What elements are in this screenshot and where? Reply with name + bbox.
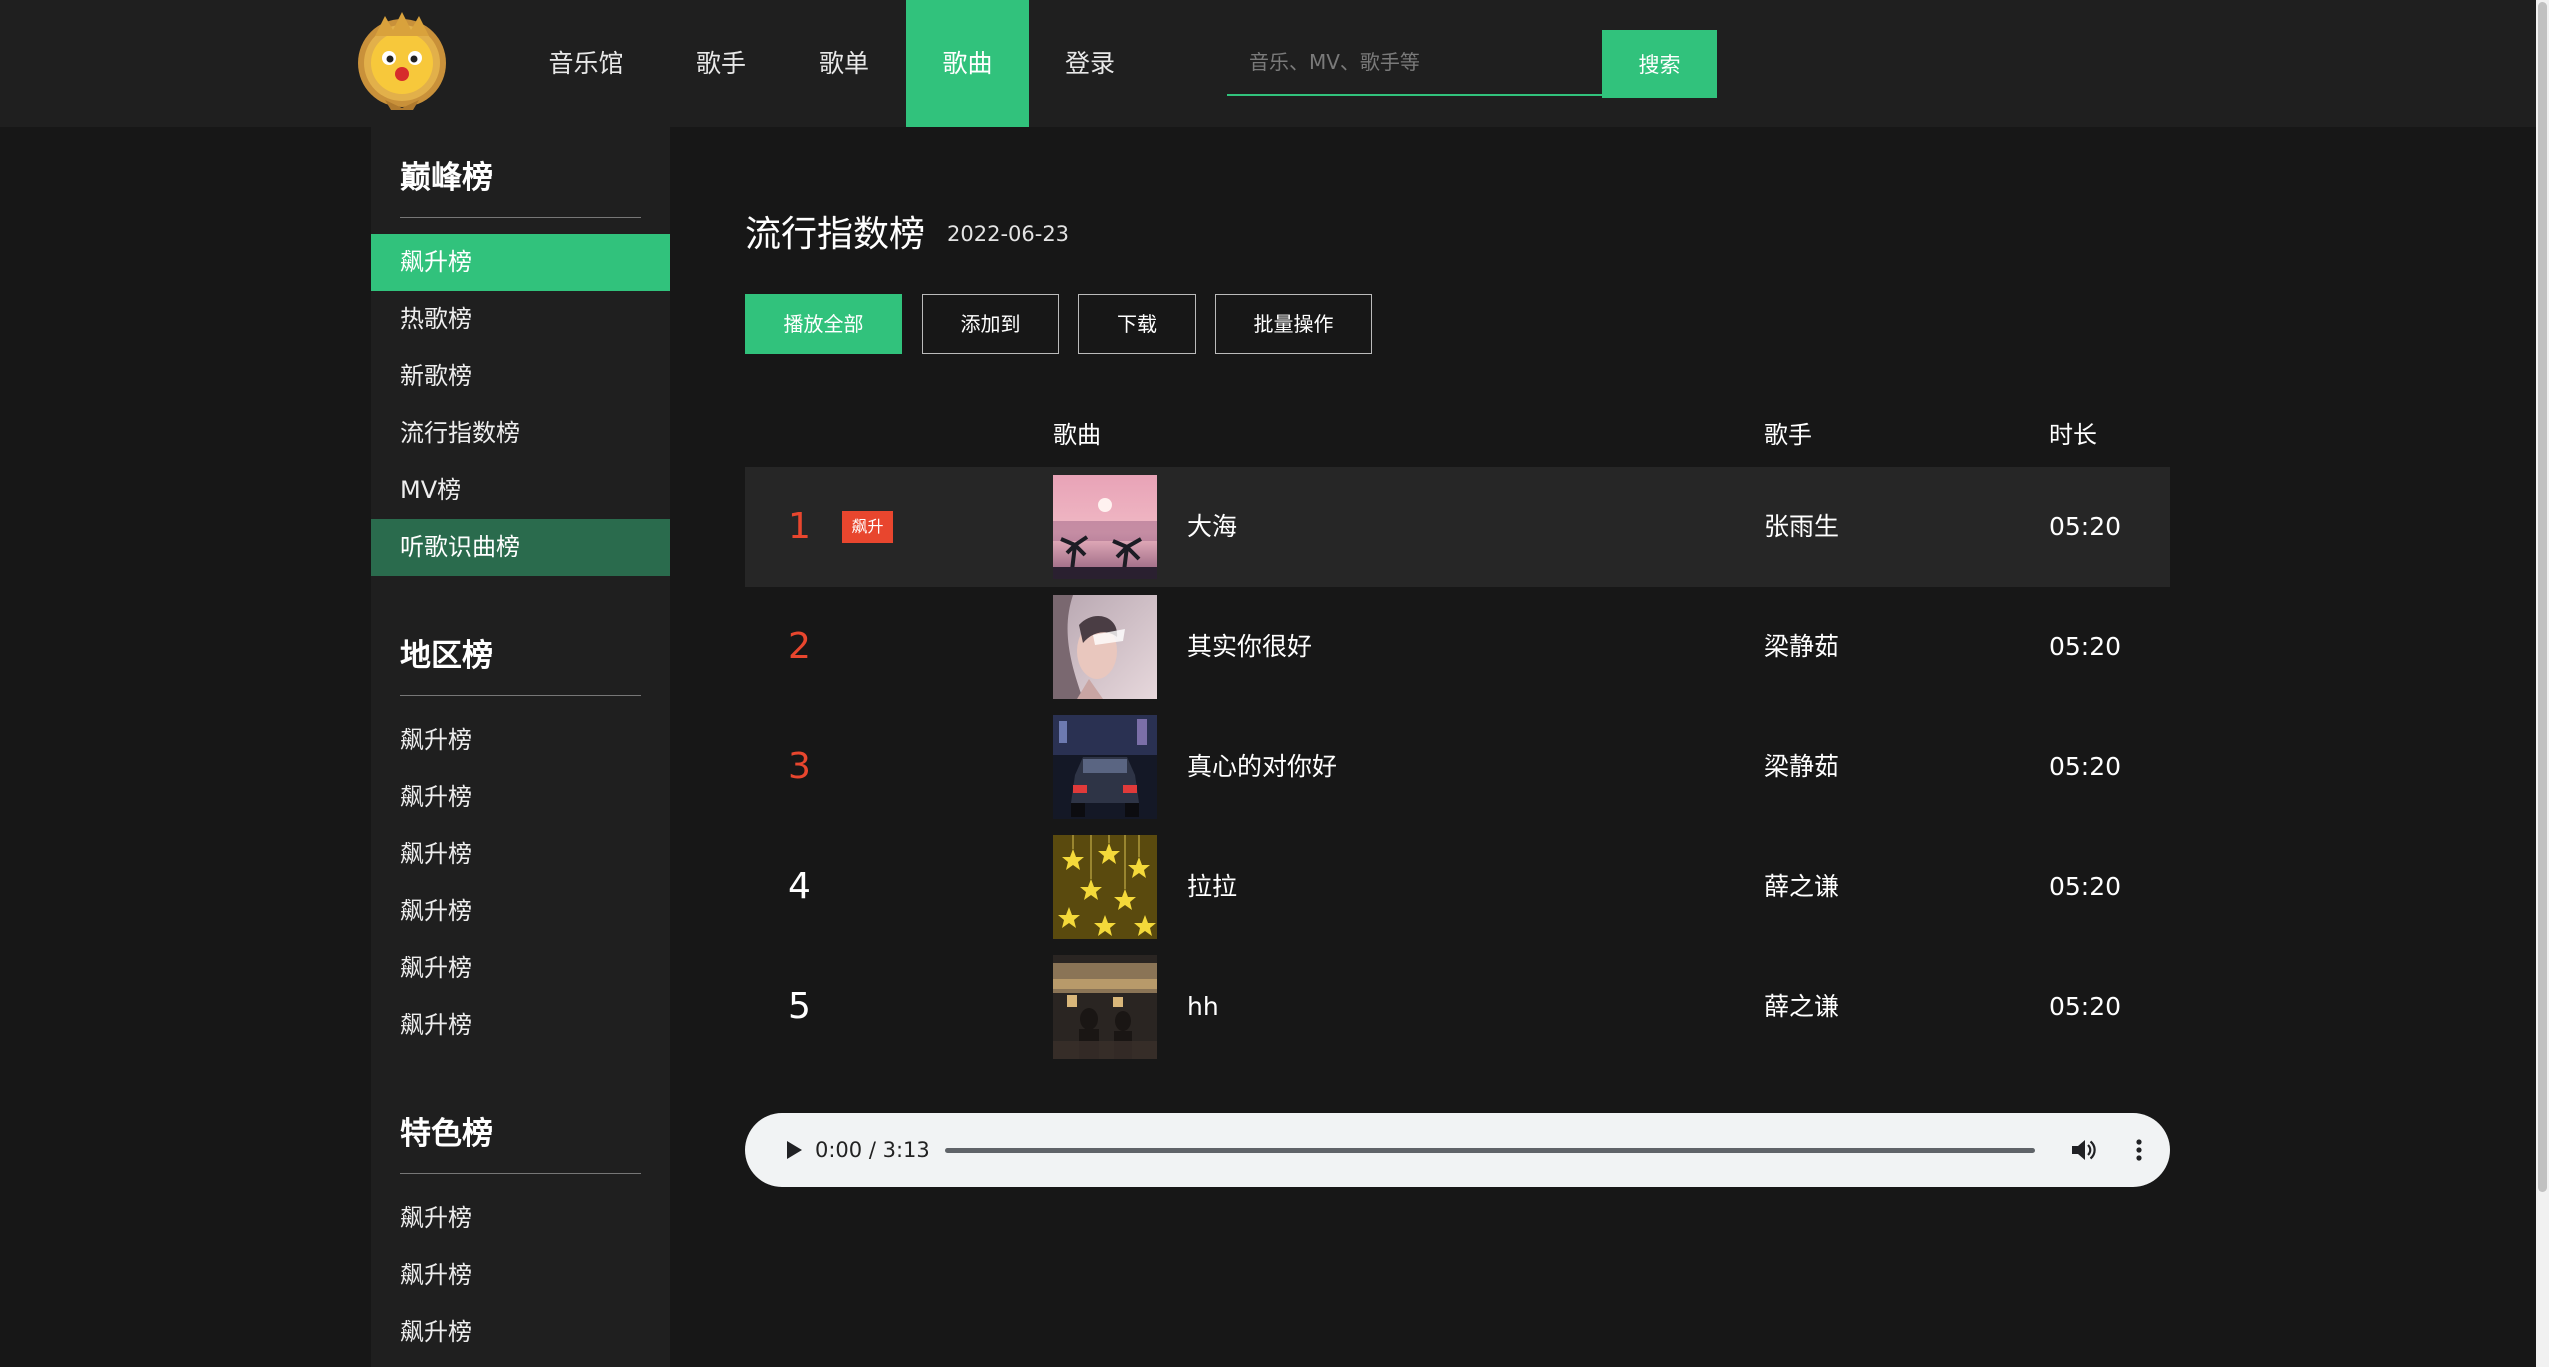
rank-number: 5 <box>788 986 811 1027</box>
album-cover[interactable] <box>1053 835 1157 939</box>
sidebar-item-mv[interactable]: MV榜 <box>371 462 670 519</box>
song-duration: 05:20 <box>2049 992 2122 1021</box>
album-cover[interactable] <box>1053 475 1157 579</box>
sidebar-item-region[interactable]: 飙升榜 <box>371 940 670 997</box>
chart-sidebar: 巅峰榜 飙升榜 热歌榜 新歌榜 流行指数榜 MV榜 听歌识曲榜 地区榜 飙升榜 … <box>371 127 670 1367</box>
nav-login[interactable]: 登录 <box>1036 0 1144 127</box>
nav-songs[interactable]: 歌曲 <box>906 0 1029 127</box>
song-duration: 05:20 <box>2049 632 2122 661</box>
song-duration: 05:20 <box>2049 872 2122 901</box>
soaring-badge: 飙升 <box>842 511 893 543</box>
sidebar-item-special[interactable]: 飙升榜 <box>371 1304 670 1361</box>
rank-number: 2 <box>788 626 811 667</box>
sidebar-item-region[interactable]: 飙升榜 <box>371 883 670 940</box>
song-title[interactable]: 拉拉 <box>1187 827 1237 947</box>
nav-playlists[interactable]: 歌单 <box>790 0 898 127</box>
album-cover[interactable] <box>1053 595 1157 699</box>
sidebar-divider <box>400 1173 641 1174</box>
sidebar-divider <box>400 217 641 218</box>
sidebar-divider <box>400 695 641 696</box>
table-row[interactable]: 3 真心的对你好 梁静茹 05:20 <box>745 707 2170 827</box>
play-all-button[interactable]: 播放全部 <box>745 294 902 354</box>
volume-icon[interactable] <box>2068 1135 2098 1165</box>
search-button[interactable]: 搜索 <box>1602 30 1717 98</box>
page-title: 流行指数榜 <box>745 214 926 255</box>
table-row[interactable]: 5 hh 薛之谦 05:20 <box>745 947 2170 1067</box>
sidebar-heading-region: 地区榜 <box>400 638 493 674</box>
song-duration: 05:20 <box>2049 512 2122 541</box>
song-title[interactable]: 大海 <box>1187 467 1237 587</box>
singer-name[interactable]: 张雨生 <box>1764 467 1839 587</box>
column-header-singer: 歌手 <box>1764 421 1812 449</box>
sidebar-item-special[interactable]: 飙升榜 <box>371 1247 670 1304</box>
sidebar-heading-special: 特色榜 <box>400 1116 493 1152</box>
search-input[interactable] <box>1227 30 1602 94</box>
sidebar-item-hot[interactable]: 热歌榜 <box>371 291 670 348</box>
column-header-duration: 时长 <box>2049 421 2097 449</box>
singer-name[interactable]: 薛之谦 <box>1764 947 1839 1067</box>
page-scrollbar[interactable] <box>2536 0 2549 1367</box>
download-button[interactable]: 下载 <box>1078 294 1196 354</box>
nav-music-hall[interactable]: 音乐馆 <box>530 0 642 127</box>
sidebar-item-region[interactable]: 飙升榜 <box>371 769 670 826</box>
logo[interactable] <box>355 8 450 113</box>
sidebar-item-pop-index[interactable]: 流行指数榜 <box>371 405 670 462</box>
sidebar-item-special[interactable]: 飙升榜 <box>371 1190 670 1247</box>
song-duration: 05:20 <box>2049 752 2122 781</box>
sidebar-item-region[interactable]: 飙升榜 <box>371 712 670 769</box>
scrollbar-thumb[interactable] <box>2538 2 2547 1192</box>
table-row[interactable]: 2 其实你很好 梁静茹 05:20 <box>745 587 2170 707</box>
sidebar-item-region[interactable]: 飙升榜 <box>371 997 670 1054</box>
album-cover[interactable] <box>1053 715 1157 819</box>
progress-slider[interactable] <box>945 1148 2035 1153</box>
nav-singers[interactable]: 歌手 <box>667 0 775 127</box>
time-display: 0:00 / 3:13 <box>815 1138 930 1162</box>
sidebar-heading-peak: 巅峰榜 <box>400 160 493 196</box>
song-title[interactable]: hh <box>1187 947 1219 1067</box>
table-row[interactable]: 4 拉拉 薛之谦 05:20 <box>745 827 2170 947</box>
search-box <box>1227 30 1602 96</box>
chart-date: 2022-06-23 <box>947 222 1070 246</box>
sidebar-item-new[interactable]: 新歌榜 <box>371 348 670 405</box>
more-options-icon[interactable] <box>2124 1135 2154 1165</box>
song-title[interactable]: 其实你很好 <box>1187 587 1312 707</box>
play-icon[interactable] <box>778 1135 808 1165</box>
table-row[interactable]: 1 飙升 大海 张雨生 05:20 <box>745 467 2170 587</box>
sidebar-item-soaring[interactable]: 飙升榜 <box>371 234 670 291</box>
album-cover[interactable] <box>1053 955 1157 1059</box>
song-title[interactable]: 真心的对你好 <box>1187 707 1337 827</box>
singer-name[interactable]: 梁静茹 <box>1764 707 1839 827</box>
singer-name[interactable]: 梁静茹 <box>1764 587 1839 707</box>
sidebar-item-region[interactable]: 飙升榜 <box>371 826 670 883</box>
rank-number: 4 <box>788 866 811 907</box>
singer-name[interactable]: 薛之谦 <box>1764 827 1839 947</box>
audio-player: 0:00 / 3:13 <box>745 1113 2170 1187</box>
sidebar-item-song-id[interactable]: 听歌识曲榜 <box>371 519 670 576</box>
top-navbar: 音乐馆 歌手 歌单 歌曲 登录 搜索 <box>0 0 2536 127</box>
column-header-song: 歌曲 <box>1053 421 1101 449</box>
add-to-button[interactable]: 添加到 <box>922 294 1059 354</box>
batch-operation-button[interactable]: 批量操作 <box>1215 294 1372 354</box>
rank-number: 3 <box>788 746 811 787</box>
rank-number: 1 <box>788 506 811 547</box>
